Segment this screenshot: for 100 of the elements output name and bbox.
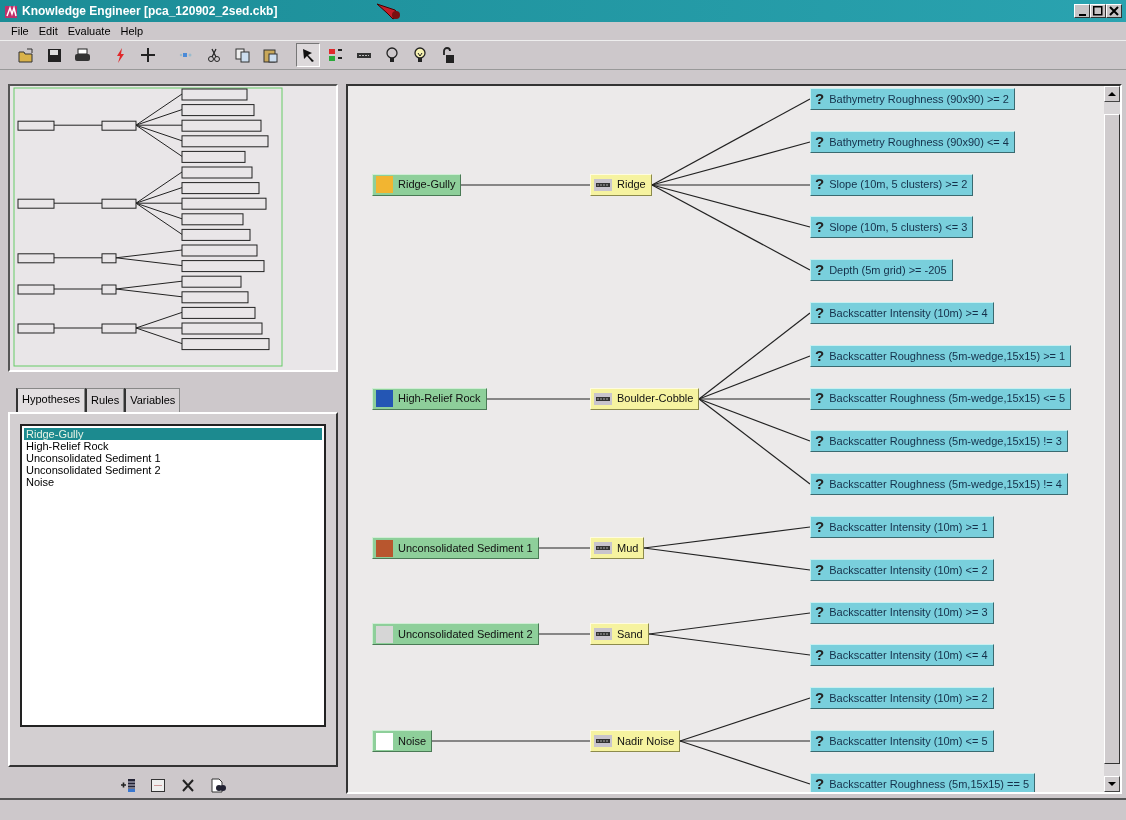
question-mark: ? [815,345,825,366]
scroll-down-button[interactable] [1104,776,1120,792]
condition-node[interactable]: ? Slope (10m, 5 clusters) <= 3 [810,216,974,239]
scroll-up-button[interactable] [1104,86,1120,102]
hypothesis-node[interactable]: Ridge-Gully [372,173,462,196]
condition-node[interactable]: ? Backscatter Intensity (10m) <= 5 [810,730,994,752]
hypothesis-label: Ridge-Gully [398,177,456,193]
condition-label: Backscatter Intensity (10m) >= 2 [829,690,988,706]
hypothesis-label: Unconsolidated Sediment 2 [398,626,533,642]
app-icon [4,4,18,19]
legend-icon [328,47,344,63]
window-icon[interactable] [150,777,166,794]
add-item-icon[interactable] [120,777,136,794]
question-mark: ? [815,730,825,751]
scissors-icon [206,47,222,63]
open-folder-icon [18,47,34,63]
condition-label: Backscatter Intensity (10m) >= 1 [829,519,988,535]
condition-label: Slope (10m, 5 clusters) <= 3 [829,220,968,236]
condition-node[interactable]: ? Slope (10m, 5 clusters) >= 2 [810,173,974,196]
hypothesis-node[interactable]: Unconsolidated Sediment 2 [372,623,539,645]
tab[interactable]: Variables [124,388,181,412]
condition-label: Backscatter Intensity (10m) <= 5 [829,733,988,749]
condition-node[interactable]: ? Backscatter Roughness (5m,15x15) == 5 [810,772,1036,792]
pointer-button[interactable] [296,43,320,67]
menu-item[interactable]: Edit [33,22,63,40]
menu-item[interactable]: Help [115,22,149,40]
menu-item[interactable]: Evaluate [62,22,116,40]
condition-label: Backscatter Roughness (5m-wedge,15x15) != 4 [829,476,1062,492]
rule-label: Boulder-Cobble [617,391,694,407]
delete-icon[interactable] [180,777,196,794]
rule-label: Nadir Noise [617,733,675,749]
rule-label: Mud [617,541,639,557]
rule-label: Sand [617,626,643,642]
condition-label: Backscatter Roughness (5m,15x15) == 5 [829,776,1030,792]
question-mark: ? [815,773,825,792]
down-arrow-icon [1108,781,1116,787]
save-icon [46,47,62,63]
question-mark: ? [815,88,825,109]
hypothesis-node[interactable]: Unconsolidated Sediment 1 [372,537,539,560]
question-mark: ? [815,687,825,708]
question-mark: ? [815,131,825,152]
condition-label: Slope (10m, 5 clusters) >= 2 [829,177,968,193]
tab[interactable]: Hypotheses [16,388,86,412]
condition-node[interactable]: ? Backscatter Intensity (10m) >= 1 [810,516,994,538]
tab[interactable]: Rules [85,388,125,412]
minimize-button[interactable] [1074,4,1090,18]
list-item[interactable]: Ridge-Gully [24,427,322,440]
question-mark: ? [815,516,825,537]
hypothesis-node[interactable]: High-Relief Rock [372,387,487,410]
question-mark: ? [815,388,825,409]
window-title: Knowledge Engineer [pca_120902_2sed.ckb] [22,3,278,20]
maximize-icon [1093,6,1103,16]
list-item[interactable]: Unconsolidated Sediment 2 [24,463,322,476]
lit-bulb-icon [412,47,428,63]
menu-item[interactable]: File [6,22,34,40]
condition-node[interactable]: ? Depth (5m grid) >= -205 [810,259,953,282]
close-icon [1109,6,1119,16]
condition-node[interactable]: ? Backscatter Roughness (5m-wedge,15x15) >= 1 [810,344,1072,367]
condition-node[interactable]: ? Backscatter Intensity (10m) >= 4 [810,302,994,324]
condition-label: Bathymetry Roughness (90x90) >= 2 [829,91,1009,107]
condition-node[interactable]: ? Bathymetry Roughness (90x90) <= 4 [810,130,1015,153]
hypothesis-node[interactable]: Noise [372,730,433,752]
question-mark: ? [815,302,825,323]
condition-label: Bathymetry Roughness (90x90) <= 4 [829,134,1009,150]
close-button[interactable] [1106,4,1122,18]
paste-icon [262,47,278,63]
condition-label: Backscatter Roughness (5m-wedge,15x15) <= 5 [829,391,1066,407]
condition-label: Backscatter Roughness (5m-wedge,15x15) >= 1 [829,348,1066,364]
question-mark: ? [815,645,825,666]
condition-node[interactable]: ? Bathymetry Roughness (90x90) >= 2 [810,88,1015,110]
condition-node[interactable]: ? Backscatter Intensity (10m) <= 2 [810,558,994,581]
condition-label: Backscatter Intensity (10m) >= 4 [829,305,988,321]
bulb-icon [384,47,400,63]
list-item[interactable]: Noise [24,475,322,488]
maximize-button[interactable] [1090,4,1106,18]
condition-label: Backscatter Intensity (10m) <= 4 [829,648,988,664]
question-mark: ? [815,473,825,494]
list-item[interactable]: Unconsolidated Sediment 1 [24,451,322,464]
print-icon [74,47,90,63]
question-mark: ? [815,217,825,238]
list-item[interactable]: High-Relief Rock [24,439,322,452]
copy-icon [234,47,250,63]
pointer-icon [300,47,316,63]
condition-node[interactable]: ? Backscatter Intensity (10m) >= 3 [810,601,994,624]
condition-node[interactable]: ? Backscatter Intensity (10m) <= 4 [810,644,994,667]
condition-label: Backscatter Intensity (10m) <= 2 [829,562,988,578]
plus-icon [140,47,156,63]
hypothesis-label: Unconsolidated Sediment 1 [398,541,533,557]
condition-node[interactable]: ? Backscatter Roughness (5m-wedge,15x15) <= 5 [810,387,1072,410]
condition-label: Depth (5m grid) >= -205 [829,262,947,278]
condition-node[interactable]: ? Backscatter Roughness (5m-wedge,15x15) != 4 [810,473,1068,496]
question-mark: ? [815,602,825,623]
question-mark: ? [815,259,825,280]
find-icon[interactable] [210,777,226,794]
condition-node[interactable]: ? Backscatter Roughness (5m-wedge,15x15) != 3 [810,430,1068,453]
question-mark: ? [815,431,825,452]
minimize-icon [1078,13,1086,16]
rule-label: Ridge [617,177,646,193]
lock-icon [440,47,456,63]
condition-node[interactable]: ? Backscatter Intensity (10m) >= 2 [810,687,994,710]
